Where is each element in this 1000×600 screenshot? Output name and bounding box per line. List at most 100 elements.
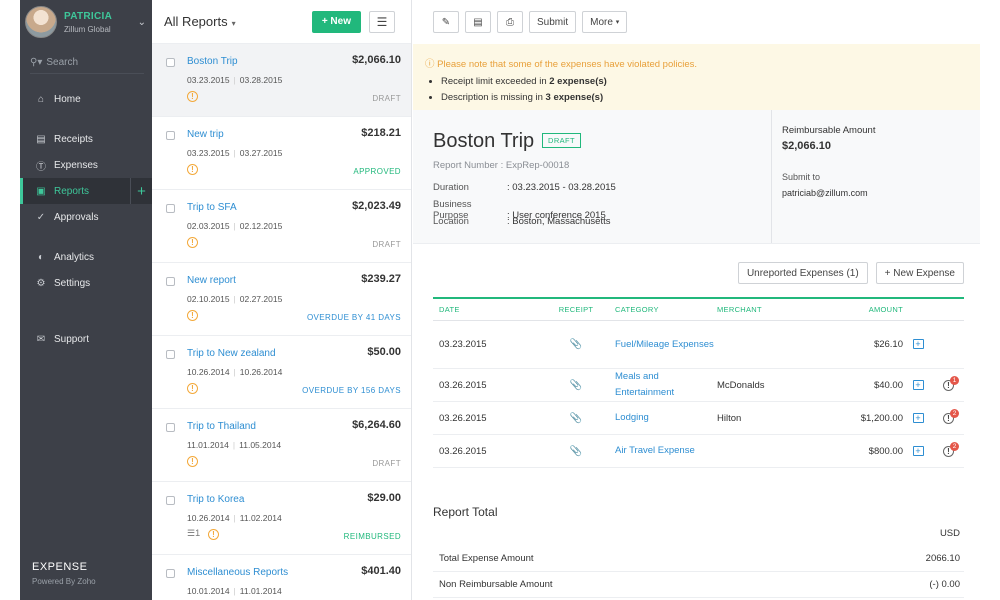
expense-category[interactable]: Lodging	[603, 410, 717, 426]
column-header-date[interactable]: DATE	[433, 305, 549, 314]
sidebar-item-home[interactable]: ⌂ Home	[20, 86, 152, 112]
expense-date: 03.26.2015	[439, 445, 487, 457]
table-row[interactable]: 03.23.2015 📎 Fuel/Mileage Expenses $26.10 +	[433, 321, 964, 369]
add-receipt-icon[interactable]: +	[912, 445, 924, 456]
warning-icon: !	[187, 310, 198, 321]
report-name[interactable]: New trip	[187, 129, 224, 140]
report-dates: 11.01.2014 | 11.05.2014	[187, 440, 282, 450]
paperclip-icon[interactable]: 📎	[570, 380, 582, 391]
folder-icon: ▣	[36, 185, 46, 197]
violation-count: 1	[950, 375, 959, 385]
violation-count: 2	[950, 441, 959, 451]
report-name[interactable]: Trip to New zealand	[187, 348, 276, 359]
list-filter-dropdown[interactable]: All Reports ▾	[164, 14, 236, 29]
list-item[interactable]: Trip to New zealand $50.00 10.26.2014 | 10.2…	[152, 336, 411, 409]
sidebar-item-receipts[interactable]: ▤ Receipts	[20, 126, 152, 152]
search-placeholder: Search	[46, 57, 79, 68]
list-item[interactable]: Trip to Thailand $6,264.60 11.01.2014 | 11.0…	[152, 409, 411, 482]
total-value: (-) 0.00	[929, 579, 960, 590]
row-checkbox[interactable]	[166, 569, 175, 578]
list-item[interactable]: Trip to SFA $2,023.49 02.03.2015 | 02.12.201…	[152, 190, 411, 263]
report-name[interactable]: Miscellaneous Reports	[187, 567, 288, 578]
row-checkbox[interactable]	[166, 496, 175, 505]
warning-icon: !	[208, 529, 219, 540]
report-totals: USD Total Expense Amount 2066.10 Non Reim…	[433, 522, 964, 598]
row-checkbox[interactable]	[166, 350, 175, 359]
list-item[interactable]: New report $239.27 02.10.2015 | 02.27.2015! O…	[152, 263, 411, 336]
paperclip-icon[interactable]: 📎	[570, 446, 582, 457]
table-row[interactable]: 03.26.2015 📎 Air Travel Expense $800.00 + ! 2	[433, 435, 964, 468]
warning-icon: !	[187, 237, 198, 248]
report-name[interactable]: New report	[187, 275, 236, 286]
expense-amount: $40.00	[873, 379, 903, 391]
expense-category[interactable]: Meals and Entertainment	[603, 369, 717, 401]
report-amount: $6,264.60	[352, 419, 401, 431]
expense-table: DATE RECEIPT CATEGORY MERCHANT AMOUNT 03…	[433, 297, 964, 468]
new-report-button[interactable]: + New	[311, 10, 361, 33]
print-icon[interactable]: ⎙	[497, 11, 523, 33]
status-label: OVERDUE BY 156 DAYS	[302, 386, 401, 395]
expense-category[interactable]: Air Travel Expense	[603, 443, 717, 459]
sidebar-item-settings[interactable]: ⚙ Settings	[20, 270, 152, 296]
more-dropdown[interactable]: More ▾	[582, 11, 628, 33]
table-row[interactable]: 03.26.2015 📎 Meals and Entertainment McDona…	[433, 369, 964, 402]
submit-to-label: Submit to	[782, 172, 821, 182]
date-from: 03.23.2015	[187, 148, 230, 158]
column-header-amount[interactable]: AMOUNT	[821, 305, 903, 314]
add-receipt-icon[interactable]: +	[912, 412, 924, 423]
violation-icon[interactable]: ! 1	[943, 375, 959, 391]
sidebar-item-analytics[interactable]: ◐ Analytics	[20, 244, 152, 270]
add-receipt-icon[interactable]: +	[912, 339, 924, 349]
chevron-down-icon[interactable]: ⌄	[138, 17, 146, 28]
date-to: 10.26.2014	[239, 367, 283, 377]
paperclip-icon[interactable]: 📎	[570, 339, 582, 350]
row-checkbox[interactable]	[166, 131, 175, 140]
report-name[interactable]: Trip to Korea	[187, 494, 244, 505]
report-dates: 10.26.2014 | 10.26.2014	[187, 367, 283, 377]
list-item[interactable]: Boston Trip $2,066.10 03.23.2015 | 03.28.201…	[152, 44, 411, 117]
report-name[interactable]: Trip to SFA	[187, 202, 237, 213]
date-from: 02.10.2015	[187, 294, 230, 304]
sidebar-item-expenses[interactable]: Ⓣ Expenses	[20, 152, 152, 178]
report-amount: $50.00	[367, 346, 401, 358]
list-item[interactable]: Miscellaneous Reports $401.40 10.01.2014 | 1…	[152, 555, 411, 600]
report-amount: $401.40	[361, 565, 401, 577]
report-name[interactable]: Boston Trip	[187, 56, 238, 67]
row-checkbox[interactable]	[166, 58, 175, 67]
new-expense-button[interactable]: + New Expense	[875, 262, 964, 284]
add-receipt-icon[interactable]: +	[912, 379, 924, 390]
sidebar-item-approvals[interactable]: ✓ Approvals	[20, 204, 152, 230]
violation-icon[interactable]: ! 2	[943, 408, 959, 424]
expense-category[interactable]: Fuel/Mileage Expenses	[603, 337, 717, 353]
report-name[interactable]: Trip to Thailand	[187, 421, 256, 432]
pdf-icon[interactable]: ▤	[465, 11, 491, 33]
table-row[interactable]: 03.26.2015 📎 Lodging Hilton $1,200.00 + ! 2	[433, 402, 964, 435]
row-checkbox[interactable]	[166, 204, 175, 213]
column-header-merchant[interactable]: MERCHANT	[717, 305, 821, 314]
date-to: 03.28.2015	[239, 75, 283, 85]
search-input[interactable]: ⚲▾ Search	[30, 52, 144, 74]
column-header-category[interactable]: CATEGORY	[603, 305, 717, 314]
total-row: Non Reimbursable Amount (-) 0.00	[433, 572, 964, 598]
list-item[interactable]: Trip to Korea $29.00 10.26.2014 | 11.02.2014…	[152, 482, 411, 555]
add-report-button[interactable]: +	[130, 178, 152, 204]
sidebar-item-support[interactable]: ✉ Support	[20, 326, 152, 352]
list-item[interactable]: New trip $218.21 03.23.2015 | 03.27.2015! APP…	[152, 117, 411, 190]
profile-name: PATRICIA	[64, 10, 113, 22]
row-checkbox[interactable]	[166, 423, 175, 432]
unreported-expenses-button[interactable]: Unreported Expenses (1)	[737, 262, 868, 284]
menu-icon[interactable]: ☰	[369, 10, 395, 33]
alert-count: 3 expense(s)	[545, 92, 604, 103]
submit-button[interactable]: Submit	[529, 11, 577, 33]
row-checkbox[interactable]	[166, 277, 175, 286]
violation-icon[interactable]: ! 2	[943, 441, 959, 457]
column-header-receipt[interactable]: RECEIPT	[549, 305, 603, 314]
sidebar-item-reports[interactable]: ▣ Reports +	[20, 178, 152, 204]
date-to: 11.02.2014	[239, 513, 282, 523]
edit-icon[interactable]: ✎	[433, 11, 459, 33]
caret-down-icon: ▾	[231, 19, 236, 28]
profile-menu[interactable]: PATRICIA Zillum Global ⌄	[20, 0, 152, 44]
expense-amount: $1,200.00	[860, 412, 903, 424]
status-label: REIMBURSED	[343, 532, 401, 541]
paperclip-icon[interactable]: 📎	[570, 413, 582, 424]
